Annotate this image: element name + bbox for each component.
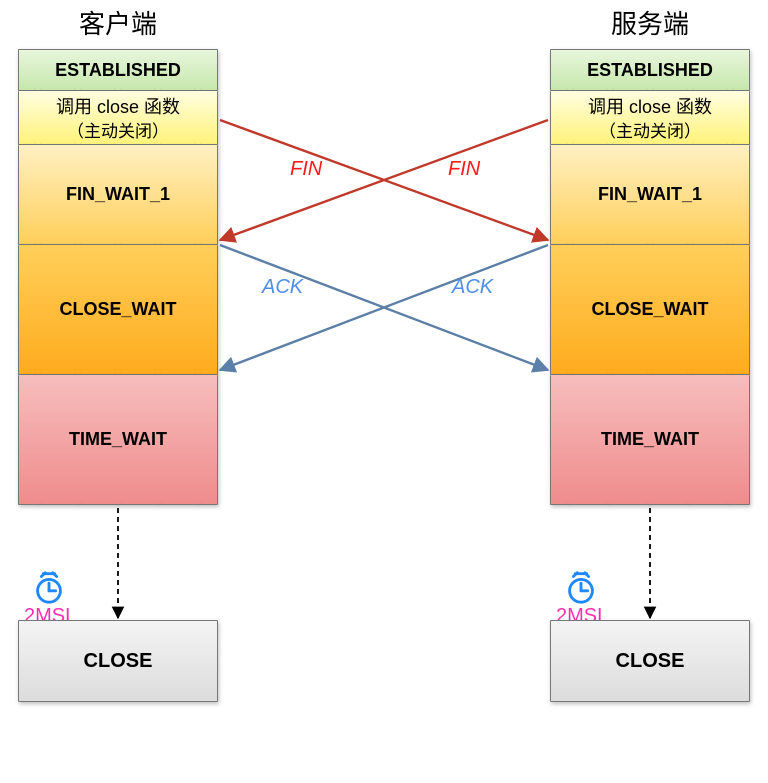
server-close-call-line2: （主动关闭） xyxy=(551,117,749,142)
server-state-established: ESTABLISHED xyxy=(550,49,750,91)
client-state-stack: ESTABLISHED 调用 close 函数 （主动关闭） FIN_WAIT_… xyxy=(18,49,218,505)
server-state-fin-wait-1: FIN_WAIT_1 xyxy=(550,145,750,245)
server-state-close: CLOSE xyxy=(550,620,750,702)
ack-label-left: ACK xyxy=(261,276,305,298)
ack-arrow-client-to-server xyxy=(220,245,548,370)
fin-arrow-client-to-server xyxy=(220,120,548,240)
client-state-close-wait: CLOSE_WAIT xyxy=(18,245,218,375)
client-close-call-line1: 调用 close 函数 xyxy=(19,93,217,119)
server-state-close-call: 调用 close 函数 （主动关闭） xyxy=(550,91,750,145)
client-state-close: CLOSE xyxy=(18,620,218,702)
client-title: 客户端 xyxy=(18,4,218,41)
server-state-time-wait: TIME_WAIT xyxy=(550,375,750,505)
server-timer-gap: 2MSL xyxy=(550,505,750,620)
client-state-fin-wait-1: FIN_WAIT_1 xyxy=(18,145,218,245)
fin-label-left: FIN xyxy=(290,158,323,180)
clock-icon xyxy=(30,568,68,606)
fin-arrow-server-to-client xyxy=(220,120,548,240)
client-state-established: ESTABLISHED xyxy=(18,49,218,91)
clock-icon xyxy=(562,568,600,606)
server-state-close-wait: CLOSE_WAIT xyxy=(550,245,750,375)
client-column: 客户端 ESTABLISHED 调用 close 函数 （主动关闭） FIN_W… xyxy=(18,0,218,702)
server-close-call-line1: 调用 close 函数 xyxy=(551,93,749,119)
client-timer-gap: 2MSL xyxy=(18,505,218,620)
client-state-time-wait: TIME_WAIT xyxy=(18,375,218,505)
ack-arrow-server-to-client xyxy=(220,245,548,370)
server-state-stack: ESTABLISHED 调用 close 函数 （主动关闭） FIN_WAIT_… xyxy=(550,49,750,505)
fin-label-right: FIN xyxy=(448,158,481,180)
server-column: 服务端 ESTABLISHED 调用 close 函数 （主动关闭） FIN_W… xyxy=(550,0,750,702)
server-title: 服务端 xyxy=(550,4,750,41)
ack-label-right: ACK xyxy=(451,276,495,298)
client-state-close-call: 调用 close 函数 （主动关闭） xyxy=(18,91,218,145)
client-close-call-line2: （主动关闭） xyxy=(19,117,217,142)
